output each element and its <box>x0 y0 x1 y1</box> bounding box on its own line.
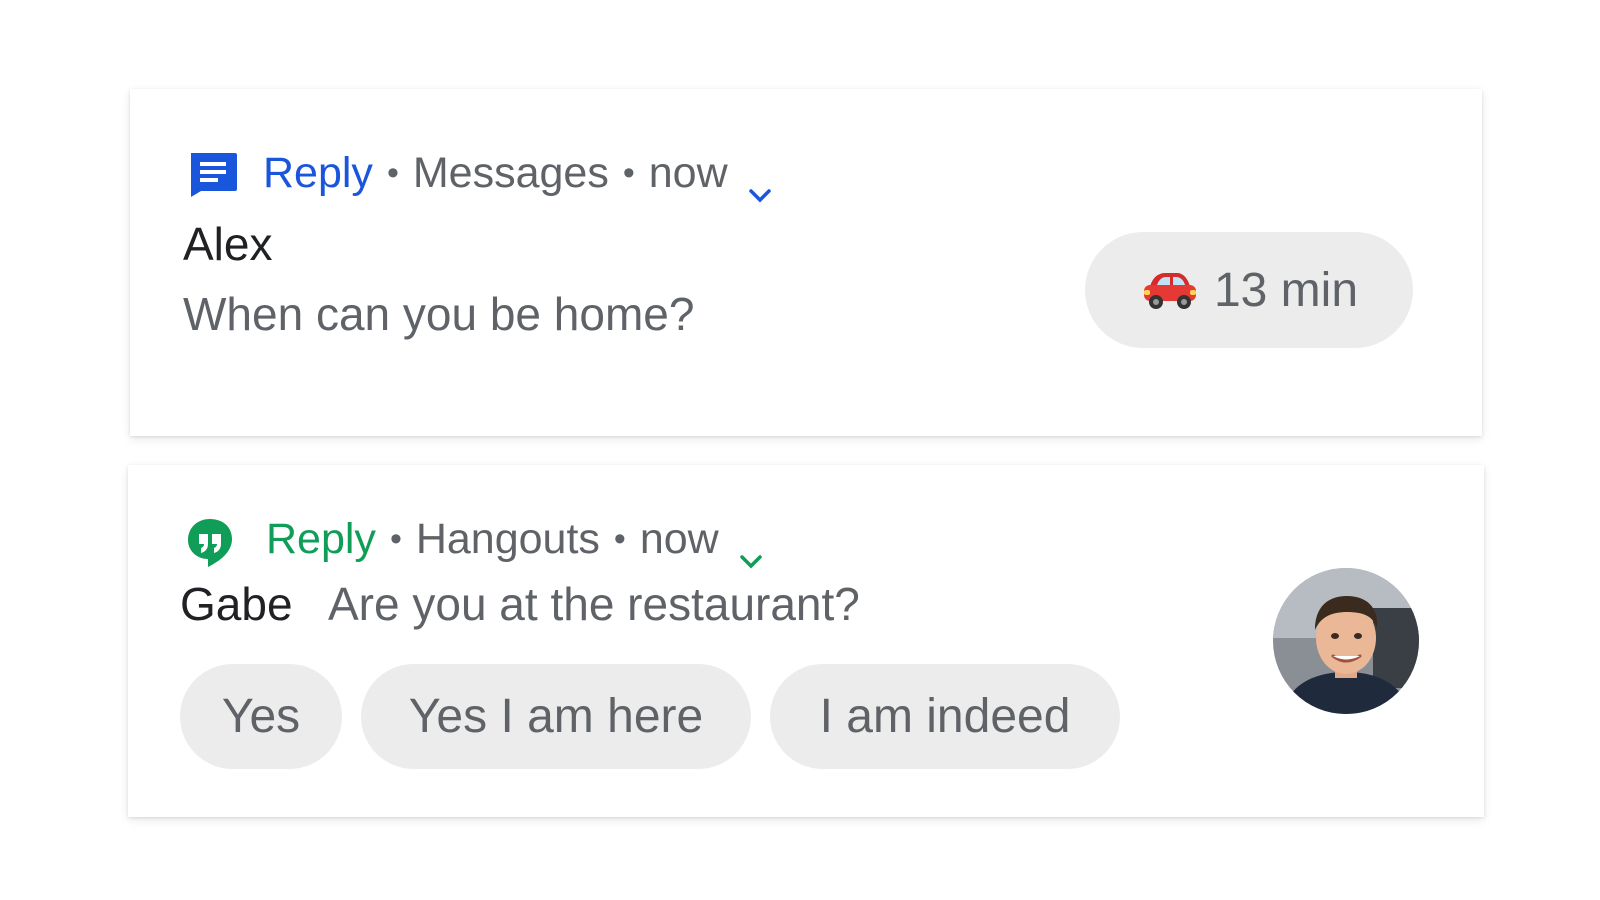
messages-notification[interactable]: Reply • Messages • now Alex When can you… <box>130 89 1482 436</box>
chevron-down-icon[interactable] <box>739 532 763 568</box>
message-text: When can you be home? <box>183 288 695 340</box>
message-text: Are you at the restaurant? <box>328 578 860 630</box>
hangouts-notification[interactable]: Reply • Hangouts • now Gabe Are you at t… <box>128 465 1484 817</box>
messages-icon <box>187 151 239 197</box>
chevron-down-icon[interactable] <box>748 166 772 202</box>
smart-reply-chip[interactable]: Yes <box>180 664 342 769</box>
car-icon <box>1140 268 1200 312</box>
notification-header: Reply • Messages • now <box>187 149 772 202</box>
eta-label: 13 min <box>1213 263 1359 317</box>
reply-label[interactable]: Reply <box>263 149 373 198</box>
separator-dot: • <box>622 154 635 192</box>
timestamp: now <box>639 515 719 563</box>
reply-label[interactable]: Reply <box>266 515 376 564</box>
app-name: Messages <box>412 149 609 197</box>
app-name: Hangouts <box>415 515 600 563</box>
separator-dot: • <box>613 520 626 558</box>
separator-dot: • <box>386 154 399 192</box>
smart-reply-chip[interactable]: Yes I am here <box>361 664 751 769</box>
timestamp: now <box>648 149 728 197</box>
hangouts-icon <box>184 517 236 567</box>
notification-header: Reply • Hangouts • now <box>184 515 763 568</box>
eta-reply-chip[interactable]: 13 min <box>1085 232 1413 348</box>
contact-avatar <box>1273 568 1419 714</box>
separator-dot: • <box>389 520 402 558</box>
sender-name: Gabe <box>180 578 293 630</box>
smart-reply-chip[interactable]: I am indeed <box>770 664 1120 769</box>
sender-name: Alex <box>183 218 273 270</box>
